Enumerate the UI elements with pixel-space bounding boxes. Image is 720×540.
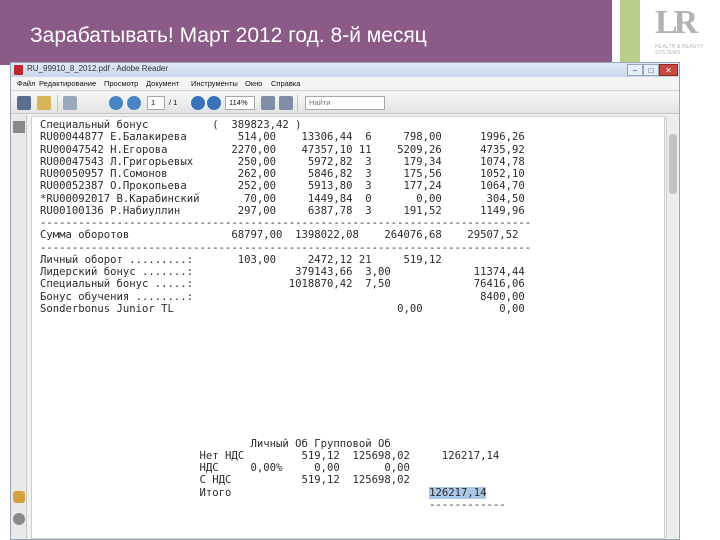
document-line [40,352,531,364]
document-line: Итого 126217,14 [40,486,487,499]
vertical-scrollbar[interactable] [666,116,678,539]
selected-total[interactable]: 126217,14 [429,486,487,499]
navigation-panel [11,115,27,539]
pdf-reader-window: RU_99910_8_2012.pdf - Adobe Reader – □ ✕… [10,62,680,540]
document-text: Специальный бонус ( 389823,42 ) RU0004487… [40,119,531,511]
document-line: RU00044877 Е.Балакирева 514,00 13306,44 … [40,131,525,144]
document-line [40,376,531,388]
document-line: Личный Об Групповой Об [40,437,391,450]
menu-file[interactable]: Файл [17,79,35,88]
slide-title: Зарабатывать! Март 2012 год. 8-й месяц [30,24,427,47]
hand-tool-icon[interactable] [63,96,77,110]
printer-icon[interactable] [17,96,31,110]
document-line: ----------------------------------------… [40,217,532,229]
paperclip-icon[interactable] [13,513,25,525]
page-total: / 1 [169,98,178,107]
pdf-app-icon [14,65,23,75]
logo-tagline: HEALTH & BEAUTY SYSTEMS [655,44,704,56]
menu-bar: Файл Редактирование Просмотр Документ Ин… [11,77,679,91]
brand-logo: LR HEALTH & BEAUTY SYSTEMS [655,4,707,60]
menu-document[interactable]: Документ [146,79,179,88]
scrollbar-thumb[interactable] [669,134,677,194]
document-line: RU00047543 Л.Григорьевых 250,00 5972,82 … [40,155,525,168]
header-stripe [612,0,620,65]
document-line: Sonderbonus Junior TL 0,00 0,00 [40,302,525,315]
document-line: RU00052387 О.Прокопьева 252,00 5913,80 3… [40,180,525,193]
menu-help[interactable]: Справка [271,79,300,88]
document-line: RU00050957 П.Сомонов 262,00 5846,82 3 17… [40,168,525,180]
menu-window[interactable]: Окно [245,79,262,88]
document-line [40,401,531,413]
document-line: С НДС 519,12 125698,02 [40,474,410,487]
pages-panel-icon[interactable] [13,121,25,133]
document-line [40,315,531,327]
minimize-button[interactable]: – [627,64,643,76]
document-line: Личный оборот .........: 103,00 2472,12 … [40,253,442,266]
menu-view[interactable]: Просмотр [104,79,138,88]
document-line: Специальный бонус ( 389823,42 ) [40,119,302,131]
document-line [40,413,531,425]
toolbar-separator [297,95,298,111]
document-line [40,327,531,339]
document-line: Нет НДС 519,12 125698,02 126217,14 [40,449,500,462]
toolbar: 1 / 1 114% Найти [11,92,679,114]
document-line: Сумма оборотов 68797,00 1398022,08 26407… [40,229,519,242]
logo-mark: LR [655,4,698,41]
zoom-field[interactable]: 114% [225,96,255,110]
slide-header: Зарабатывать! Март 2012 год. 8-й месяц [0,0,612,65]
arrow-down-icon[interactable] [127,96,141,110]
menu-edit[interactable]: Редактирование [39,79,96,88]
close-button[interactable]: ✕ [659,64,678,76]
document-page: Специальный бонус ( 389823,42 ) RU0004487… [31,116,665,539]
document-line [40,340,531,352]
document-line [40,389,531,401]
window-titlebar[interactable]: RU_99910_8_2012.pdf - Adobe Reader – □ ✕ [11,63,679,77]
document-line: Специальный бонус .....: 1018870,42 7,50… [40,278,525,291]
document-line [40,425,531,437]
fit-width-icon[interactable] [279,96,293,110]
document-line [40,364,531,376]
page-number-field[interactable]: 1 [147,96,165,110]
document-line: Лидерский бонус .......: 379143,66 3,00 … [40,266,525,278]
document-line: *RU00092017 В.Карабинский 70,00 1449,84 … [40,192,525,205]
document-line: НДС 0,00% 0,00 0,00 [40,462,410,474]
zoom-in-icon[interactable] [207,96,221,110]
window-title: RU_99910_8_2012.pdf - Adobe Reader [27,64,168,73]
maximize-button[interactable]: □ [643,64,659,76]
document-line: Бонус обучения ........: 8400,00 [40,290,525,303]
document-line: RU00047542 Н.Егорова 2270,00 47357,10 11… [40,143,525,156]
fit-page-icon[interactable] [261,96,275,110]
document-line: ----------------------------------------… [40,241,532,254]
find-input[interactable]: Найти [305,96,385,110]
toolbar-separator [57,95,58,111]
arrow-up-icon[interactable] [109,96,123,110]
document-line: RU00100136 Р.Набиуллин 297,00 6387,78 3 … [40,204,525,217]
email-icon[interactable] [37,96,51,110]
document-line: ------------ [40,498,506,511]
header-accent-stripe [620,0,640,65]
zoom-out-icon[interactable] [191,96,205,110]
menu-tools[interactable]: Инструменты [191,79,238,88]
comment-icon[interactable] [13,491,25,503]
